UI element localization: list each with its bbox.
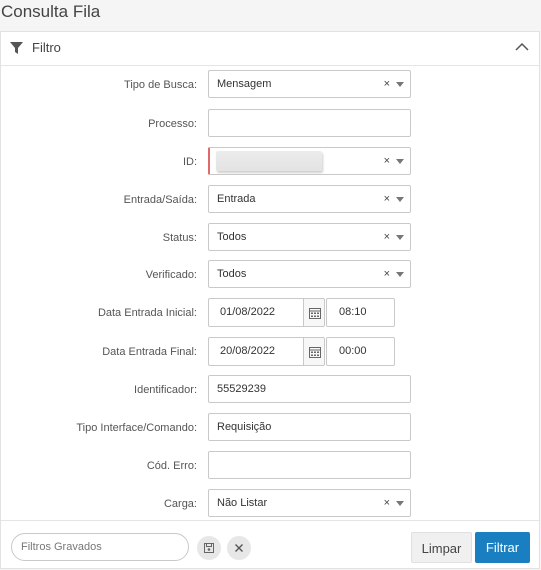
cod-erro-label: Cód. Erro: (146, 460, 197, 472)
row-cod-erro: Cód. Erro: (1, 451, 539, 481)
carga-clear-icon[interactable]: × (384, 490, 390, 516)
filter-panel: Filtro Tipo de Busca: Mensagem × Process… (0, 31, 540, 569)
cod-erro-input[interactable] (208, 451, 411, 479)
identificador-value: 55529239 (217, 383, 266, 395)
verificado-select[interactable]: Todos × (208, 260, 411, 288)
row-processo: Processo: (1, 109, 539, 139)
data-final-date-value: 20/08/2022 (220, 345, 276, 357)
data-final-time-input[interactable]: 00:00 (326, 337, 395, 366)
panel-footer: Filtros Gravados Limpar Filtrar (1, 520, 539, 570)
saved-filters-input[interactable]: Filtros Gravados (11, 533, 189, 561)
entrada-saida-clear-icon[interactable]: × (384, 186, 390, 212)
calendar-icon (309, 347, 321, 358)
clear-filter-button[interactable] (227, 536, 251, 560)
status-value: Todos (217, 231, 247, 243)
carga-select[interactable]: Não Listar × (208, 489, 411, 517)
caret-down-icon[interactable] (396, 197, 404, 202)
data-inicial-date-value: 01/08/2022 (220, 306, 276, 318)
data-final-label: Data Entrada Final: (102, 346, 197, 358)
tipo-interface-label: Tipo Interface/Comando: (76, 422, 197, 434)
caret-down-icon[interactable] (396, 82, 404, 87)
tipo-interface-input[interactable]: Requisição (208, 413, 411, 441)
entrada-saida-select[interactable]: Entrada × (208, 185, 411, 213)
data-final-calendar-button[interactable] (303, 337, 325, 366)
close-icon (235, 544, 243, 552)
tipo-interface-value: Requisição (217, 421, 272, 433)
data-inicial-label: Data Entrada Inicial: (97, 307, 197, 319)
tipo-busca-clear-icon[interactable]: × (384, 71, 390, 97)
save-icon (204, 543, 214, 553)
id-label: ID: (182, 156, 197, 168)
data-inicial-date-input[interactable]: 01/08/2022 (208, 298, 304, 327)
data-final-date-input[interactable]: 20/08/2022 (208, 337, 304, 366)
filter-icon (10, 42, 23, 54)
carga-value: Não Listar (217, 497, 268, 509)
entrada-saida-label: Entrada/Saída: (123, 194, 197, 206)
verificado-value: Todos (217, 268, 247, 280)
tipo-busca-select[interactable]: Mensagem × (208, 70, 411, 98)
tipo-busca-label: Tipo de Busca: (124, 79, 197, 91)
panel-title: Filtro (32, 40, 61, 55)
status-label: Status: (162, 232, 197, 244)
row-verificado: Verificado: Todos × (1, 260, 539, 290)
data-inicial-calendar-button[interactable] (303, 298, 325, 327)
data-inicial-time-value: 08:10 (339, 306, 367, 318)
row-data-inicial: Data Entrada Inicial: 01/08/2022 08:10 (1, 298, 539, 328)
calendar-icon (309, 308, 321, 319)
carga-label: Carga: (163, 498, 197, 510)
panel-header[interactable]: Filtro (1, 32, 539, 66)
id-clear-icon[interactable]: × (384, 148, 390, 174)
tipo-busca-value: Mensagem (217, 78, 272, 90)
verificado-clear-icon[interactable]: × (384, 261, 390, 287)
save-filter-button[interactable] (197, 536, 221, 560)
verificado-label: Verificado: (145, 269, 197, 281)
page-title: Consulta Fila (1, 2, 101, 21)
clear-button[interactable]: Limpar (411, 532, 472, 563)
status-select[interactable]: Todos × (208, 223, 411, 251)
entrada-saida-value: Entrada (217, 193, 256, 205)
filter-button[interactable]: Filtrar (475, 532, 530, 563)
id-select[interactable]: × (208, 147, 411, 175)
data-inicial-time-input[interactable]: 08:10 (326, 298, 395, 327)
identificador-input[interactable]: 55529239 (208, 375, 411, 403)
row-carga: Carga: Não Listar × (1, 489, 539, 519)
caret-down-icon[interactable] (396, 159, 404, 164)
row-status: Status: Todos × (1, 223, 539, 253)
row-id: ID: × (1, 147, 539, 177)
row-tipo-busca: Tipo de Busca: Mensagem × (1, 70, 539, 100)
caret-down-icon[interactable] (396, 501, 404, 506)
data-final-time-value: 00:00 (339, 345, 367, 357)
processo-label: Processo: (148, 118, 197, 130)
row-identificador: Identificador: 55529239 (1, 375, 539, 405)
caret-down-icon[interactable] (396, 235, 404, 240)
processo-input[interactable] (208, 109, 411, 137)
caret-down-icon[interactable] (396, 272, 404, 277)
status-clear-icon[interactable]: × (384, 224, 390, 250)
identificador-label: Identificador: (134, 384, 197, 396)
chevron-up-icon[interactable] (515, 42, 529, 52)
row-entrada-saida: Entrada/Saída: Entrada × (1, 185, 539, 215)
row-tipo-interface: Tipo Interface/Comando: Requisição (1, 413, 539, 443)
redacted-value (216, 151, 322, 171)
row-data-final: Data Entrada Final: 20/08/2022 00:00 (1, 337, 539, 367)
